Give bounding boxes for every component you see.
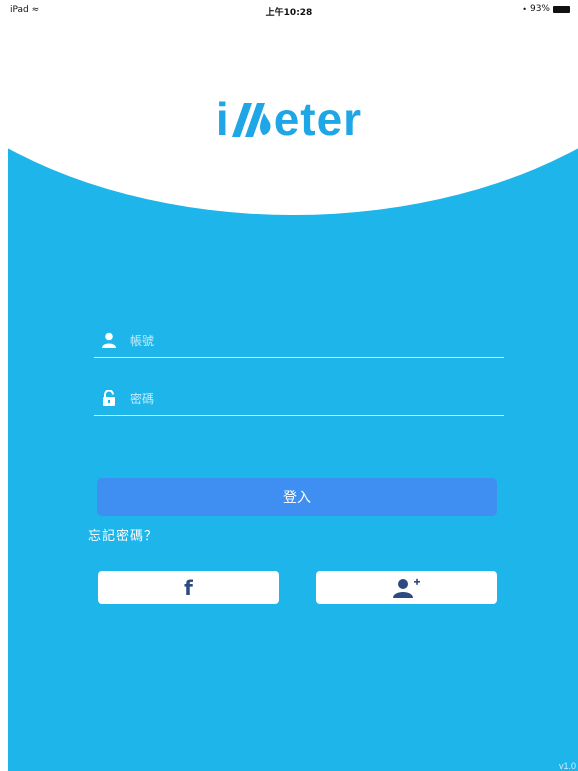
battery-percent: 93% [529, 4, 550, 14]
battery-indicator: • 93% [522, 4, 570, 14]
password-field[interactable] [94, 386, 504, 416]
bluetooth-icon: • [522, 4, 527, 14]
login-button[interactable]: 登入 [97, 478, 497, 516]
account-field[interactable] [94, 328, 504, 358]
battery-icon [553, 5, 570, 13]
status-time: 上午10:28 [265, 8, 313, 18]
password-input[interactable] [130, 388, 490, 410]
register-button[interactable] [316, 571, 497, 604]
app-logo: i eter [0, 92, 578, 146]
logo-suffix: eter [273, 93, 363, 145]
login-panel: 登入 忘記密碼？ f v1.0 [8, 140, 578, 771]
facebook-icon: f [184, 575, 193, 600]
status-bar: iPad ≈ 上午10:28 • 93% [0, 0, 578, 20]
logo-m-icon [231, 103, 271, 137]
forgot-password-link[interactable]: 忘記密碼？ [88, 525, 158, 544]
header-arc [8, 140, 578, 215]
account-input[interactable] [130, 330, 490, 352]
add-user-icon [392, 578, 420, 598]
facebook-login-button[interactable]: f [98, 571, 279, 604]
logo-prefix: i [215, 93, 230, 145]
user-icon [102, 332, 116, 348]
lock-icon [103, 390, 115, 406]
version-label: v1.0 [558, 761, 576, 771]
